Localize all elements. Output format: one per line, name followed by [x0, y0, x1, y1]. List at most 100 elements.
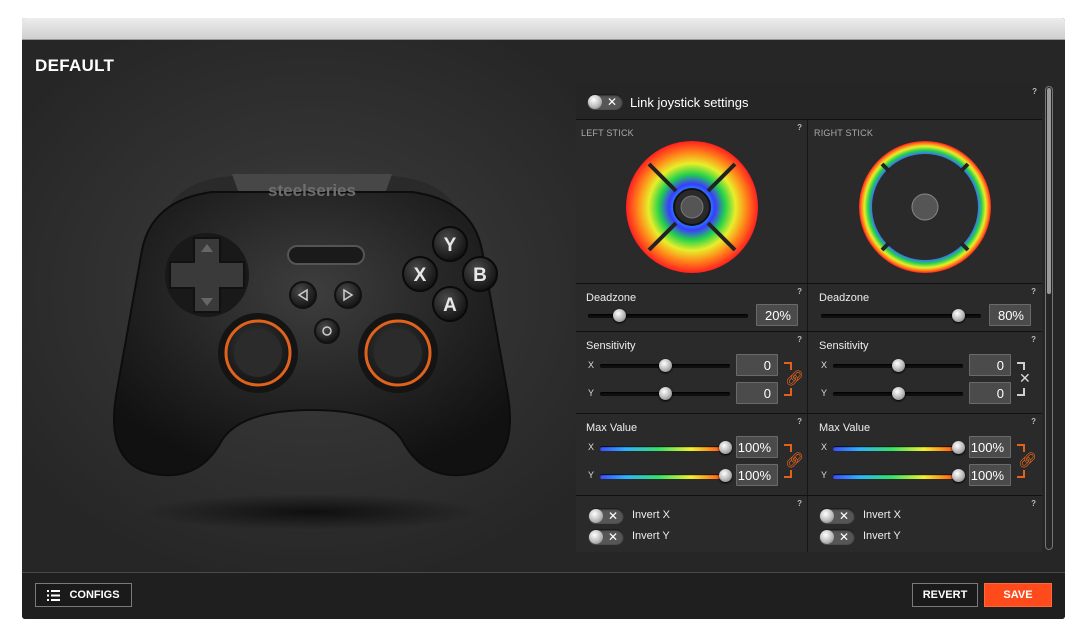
left-sens-x-knob[interactable] — [659, 359, 672, 372]
right-sens-y-knob[interactable] — [892, 387, 905, 400]
right-max-x-slider[interactable] — [833, 446, 963, 451]
right-deadzone-wheel — [859, 141, 991, 273]
invert-x-label: Invert X — [632, 509, 670, 521]
axis-x-label: X — [821, 442, 828, 452]
svg-text:B: B — [473, 265, 487, 286]
help-icon[interactable]: ? — [1031, 335, 1036, 344]
deadzone-row: ? Deadzone 20% ? Deadzone 80% — [576, 284, 1042, 332]
left-invert-y-toggle[interactable]: ✕ — [588, 529, 624, 545]
help-icon[interactable]: ? — [1032, 87, 1037, 96]
toggle-knob — [589, 530, 603, 544]
help-icon[interactable]: ? — [797, 499, 802, 508]
left-max-y-value[interactable]: 100% — [736, 464, 778, 486]
chain-link-icon[interactable]: 🔗︎ — [785, 451, 804, 469]
toggle-knob — [820, 509, 834, 523]
invert-y-label: Invert Y — [863, 530, 901, 542]
save-button[interactable]: SAVE — [984, 583, 1052, 607]
left-sens-y-knob[interactable] — [659, 387, 672, 400]
right-deadzone-value[interactable]: 80% — [989, 304, 1031, 326]
right-sensitivity: ? Sensitivity X 0 Y 0 ✕ — [809, 332, 1041, 413]
right-max-y-value[interactable]: 100% — [969, 464, 1011, 486]
axis-x-label: X — [588, 360, 595, 370]
app-window: DEFAULT steelseries Y X B A ✕ Link joyst… — [22, 18, 1065, 619]
left-max-x-slider[interactable] — [600, 446, 730, 451]
left-max-y-slider[interactable] — [600, 474, 730, 479]
b-button: B — [462, 256, 498, 292]
link-bracket-bottom — [784, 470, 792, 478]
center-slot — [287, 245, 365, 265]
start-button — [334, 281, 362, 309]
left-sensitivity: ? Sensitivity X 0 Y 0 🔗︎ — [576, 332, 808, 413]
axis-y-label: Y — [588, 470, 595, 480]
help-icon[interactable]: ? — [1031, 499, 1036, 508]
right-max-y-slider[interactable] — [833, 474, 963, 479]
right-deadzone: ? Deadzone 80% — [809, 284, 1041, 331]
right-invert-x-toggle[interactable]: ✕ — [819, 508, 855, 524]
left-invert-x-toggle[interactable]: ✕ — [588, 508, 624, 524]
right-invert-y-toggle[interactable]: ✕ — [819, 529, 855, 545]
sensitivity-row: ? Sensitivity X 0 Y 0 🔗︎ ? Sensitivity X — [576, 332, 1042, 414]
invert-y-label: Invert Y — [632, 530, 670, 542]
right-sens-y-value[interactable]: 0 — [969, 382, 1011, 404]
help-icon[interactable]: ? — [1031, 287, 1036, 296]
left-deadzone-wheel — [626, 141, 758, 273]
toggle-off-icon: ✕ — [839, 509, 850, 523]
configs-label: CONFIGS — [69, 589, 120, 601]
right-sens-x-value[interactable]: 0 — [969, 354, 1011, 376]
max-value-label: Max Value — [819, 422, 871, 434]
left-max-x-value[interactable]: 100% — [736, 436, 778, 458]
svg-text:Y: Y — [444, 235, 457, 256]
axis-x-label: X — [821, 360, 828, 370]
footer-bar: CONFIGS REVERT SAVE — [22, 572, 1065, 619]
y-button: Y — [432, 226, 468, 262]
right-max-x-knob[interactable] — [952, 441, 965, 454]
left-deadzone-slider[interactable] — [588, 314, 748, 318]
left-stick — [218, 313, 298, 393]
toggle-knob — [589, 509, 603, 523]
left-deadzone: ? Deadzone 20% — [576, 284, 808, 331]
right-stick — [358, 313, 438, 393]
right-max-y-knob[interactable] — [952, 469, 965, 482]
link-joystick-label: Link joystick settings — [630, 95, 749, 110]
left-max-y-knob[interactable] — [719, 469, 732, 482]
help-icon[interactable]: ? — [797, 335, 802, 344]
right-invert: ? ✕ Invert X ✕ Invert Y — [809, 496, 1041, 552]
right-deadzone-knob[interactable] — [952, 309, 965, 322]
brand-logo: steelseries — [268, 181, 356, 200]
axis-x-label: X — [588, 442, 595, 452]
right-sens-x-knob[interactable] — [892, 359, 905, 372]
invert-x-label: Invert X — [863, 509, 901, 521]
joystick-settings-panel: ✕ Link joystick settings ? LEFT STICK ? — [576, 84, 1042, 552]
help-icon[interactable]: ? — [1031, 417, 1036, 426]
chain-link-icon[interactable]: 🔗︎ — [785, 369, 804, 387]
toggle-off-icon: ✕ — [608, 509, 619, 523]
left-sens-x-value[interactable]: 0 — [736, 354, 778, 376]
panel-scrollbar[interactable] — [1045, 86, 1053, 550]
scrollbar-thumb[interactable] — [1047, 88, 1051, 294]
right-max-x-value[interactable]: 100% — [969, 436, 1011, 458]
left-stick-visual: LEFT STICK ? — [576, 120, 808, 283]
configs-button[interactable]: CONFIGS — [35, 583, 132, 607]
left-sens-y-value[interactable]: 0 — [736, 382, 778, 404]
left-max-x-knob[interactable] — [719, 441, 732, 454]
link-bracket-bottom — [784, 388, 792, 396]
help-icon[interactable]: ? — [797, 417, 802, 426]
left-stick-title: LEFT STICK — [581, 128, 634, 138]
help-icon[interactable]: ? — [797, 123, 802, 132]
max-value-row: ? Max Value X 100% Y 100% 🔗︎ ? Max Value… — [576, 414, 1042, 496]
link-joystick-toggle[interactable]: ✕ — [587, 94, 623, 110]
toggle-off-icon: ✕ — [608, 530, 619, 544]
unlink-bracket-bottom — [1017, 388, 1025, 396]
revert-button[interactable]: REVERT — [912, 583, 978, 607]
left-deadzone-value[interactable]: 20% — [756, 304, 798, 326]
right-stick-visual: RIGHT STICK — [809, 120, 1041, 283]
unlink-x-icon[interactable]: ✕ — [1019, 370, 1031, 387]
left-invert: ? ✕ Invert X ✕ Invert Y — [576, 496, 808, 552]
chain-link-icon[interactable]: 🔗︎ — [1018, 451, 1037, 469]
home-button — [314, 318, 340, 344]
toggle-off-icon: ✕ — [607, 95, 618, 109]
controller-shadow — [142, 494, 482, 530]
left-max-value: ? Max Value X 100% Y 100% 🔗︎ — [576, 414, 808, 495]
left-deadzone-knob[interactable] — [613, 309, 626, 322]
max-value-label: Max Value — [586, 422, 638, 434]
